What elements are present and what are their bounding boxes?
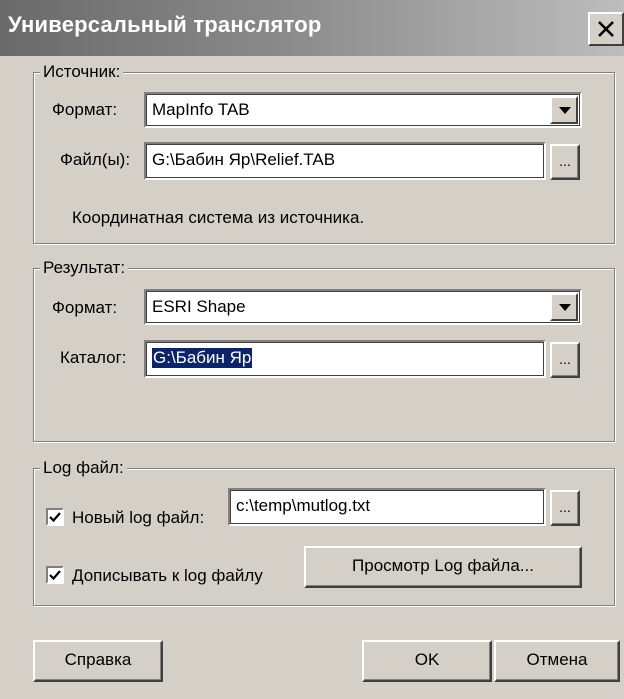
close-icon [598,21,614,37]
source-legend: Источник: [40,62,124,82]
help-button[interactable]: Справка [33,640,163,682]
append-log-checkbox[interactable] [46,566,64,584]
source-format-label: Формат: [52,100,118,119]
result-format-select[interactable]: ESRI Shape [144,289,582,325]
window-title: Универсальный транслятор [8,12,322,37]
view-log-button[interactable]: Просмотр Log файла... [304,546,582,588]
result-catalog-label: Каталог: [60,348,127,367]
result-format-value: ESRI Shape [152,297,246,316]
source-files-input[interactable]: G:\Бабин Яр\Relief.TAB [144,142,546,180]
checkmark-icon [49,512,61,523]
result-legend: Результат: [40,258,129,278]
result-format-label: Формат: [52,298,118,317]
coord-system-note: Координатная система из источника. [72,208,365,227]
translator-dialog: Универсальный транслятор Источник: Форма… [0,0,624,699]
result-catalog-value: G:\Бабин Яр [152,348,253,368]
log-path-value: c:\temp\mutlog.txt [236,496,371,515]
cancel-button[interactable]: Отмена [494,640,620,682]
result-format-dropdown-button[interactable] [550,293,578,321]
log-legend: Log файл: [40,458,127,478]
chevron-down-icon [559,304,571,311]
result-catalog-input[interactable]: G:\Бабин Яр [144,340,546,378]
source-format-dropdown-button[interactable] [550,96,578,124]
new-log-checkbox[interactable] [46,508,64,526]
chevron-down-icon [559,107,571,114]
checkmark-icon [49,570,61,581]
source-format-value: MapInfo TAB [152,100,250,119]
source-format-select[interactable]: MapInfo TAB [144,92,582,128]
source-browse-button[interactable]: ... [550,144,580,180]
source-files-value: G:\Бабин Яр\Relief.TAB [152,150,336,169]
ok-button[interactable]: OK [362,640,492,682]
source-files-label: Файл(ы): [60,150,131,169]
log-path-input[interactable]: c:\temp\mutlog.txt [228,488,546,526]
close-button[interactable] [588,12,624,46]
append-log-label[interactable]: Дописывать к log файлу [72,566,263,586]
log-browse-button[interactable]: ... [550,490,580,526]
new-log-label[interactable]: Новый log файл: [72,508,204,528]
title-bar: Универсальный транслятор [0,0,624,56]
result-browse-button[interactable]: ... [550,342,580,378]
